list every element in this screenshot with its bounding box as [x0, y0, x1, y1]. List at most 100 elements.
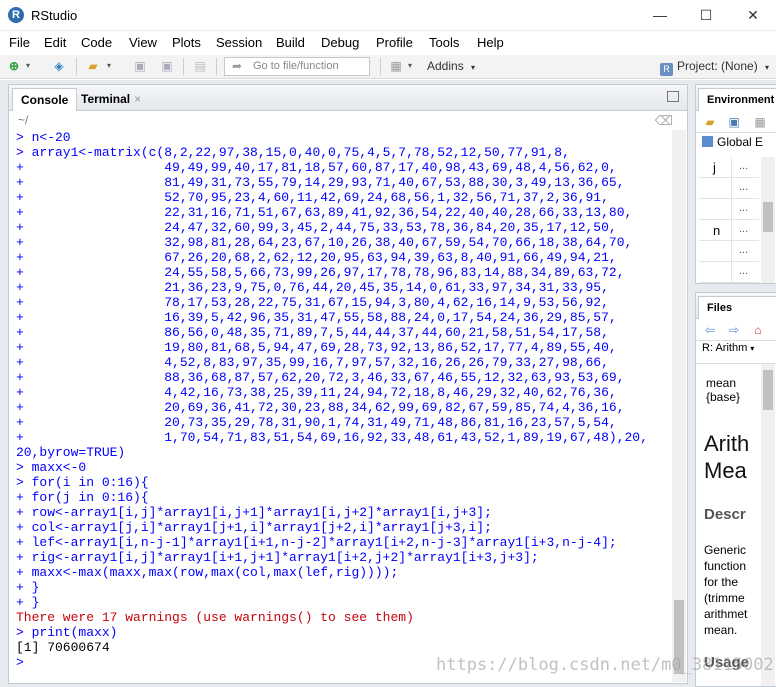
menu-code[interactable]: Code — [81, 35, 112, 50]
close-tab-icon[interactable]: × — [134, 92, 141, 106]
help-title-line1: Arith — [704, 431, 750, 456]
maximize-pane-icon[interactable] — [667, 91, 679, 102]
help-description-line: function — [704, 559, 747, 573]
menu-file[interactable]: File — [9, 35, 30, 50]
tab-terminal[interactable]: Terminal × — [73, 88, 149, 111]
tab-console-label: Console — [21, 93, 69, 107]
console-input-line: + lef<-array1[i,n-j-1]*array1[i+1,n-j-2]… — [16, 535, 617, 550]
console-input-line: + 19,80,81,68,5,94,47,69,28,73,92,13,86,… — [16, 340, 617, 355]
variable-value: ... — [739, 202, 749, 214]
console-input-line: > maxx<-0 — [16, 460, 87, 475]
open-folder-icon[interactable]: ▰ — [84, 58, 102, 74]
help-topic-selector[interactable]: R: Arithm ▾ — [702, 342, 754, 354]
help-scroll-thumb[interactable] — [763, 370, 773, 410]
console-input-line: > print(maxx) — [16, 625, 118, 640]
column-divider — [731, 157, 732, 178]
project-icon: R — [660, 63, 673, 76]
console-input-line: + 1,70,54,71,83,51,54,69,16,92,33,48,61,… — [16, 430, 648, 445]
global-env-icon — [702, 136, 713, 147]
help-document: mean {base} Arith Mea Descr Generic funct… — [696, 363, 776, 686]
help-meta: mean {base} — [706, 376, 740, 404]
main-toolbar: ⊕ ▾ ◈ ▰ ▾ ▣ ▣ ▤ ➦ Go to file/function ▦ … — [0, 55, 776, 79]
project-dropdown-icon: ▾ — [765, 63, 770, 72]
environment-scroll-thumb[interactable] — [763, 202, 773, 232]
tab-files[interactable]: Files — [698, 296, 776, 319]
working-directory[interactable]: ~/ — [9, 111, 687, 130]
print-icon[interactable]: ▤ — [191, 58, 209, 74]
console-input-line: + 24,55,58,5,66,73,99,26,97,17,78,78,96,… — [16, 265, 625, 280]
close-button[interactable]: ✕ — [730, 0, 776, 31]
home-icon[interactable]: ⌂ — [750, 323, 766, 337]
console-scrollbar[interactable] — [672, 130, 686, 682]
forward-arrow-icon[interactable]: ⇨ — [726, 323, 742, 337]
menu-session[interactable]: Session — [216, 35, 262, 50]
console-output[interactable]: > n<-20 > array1<-matrix(c(8,2,22,97,38,1… — [16, 130, 666, 680]
variable-value: ... — [739, 265, 749, 277]
variable-value: ... — [739, 244, 749, 256]
environment-scrollbar[interactable] — [761, 157, 775, 283]
console-input-line: + 67,26,20,68,2,62,12,20,95,63,94,39,63,… — [16, 250, 617, 265]
help-description-line: for the — [704, 575, 739, 589]
layout-dropdown-icon[interactable]: ▾ — [405, 58, 415, 74]
variable-row[interactable]: ... — [699, 199, 759, 220]
new-file-dropdown-icon[interactable]: ▾ — [23, 58, 33, 74]
console-input-line: + 24,47,32,60,99,3,45,2,44,75,33,53,78,3… — [16, 220, 617, 235]
goto-file-function-input[interactable]: ➦ Go to file/function — [224, 57, 370, 76]
help-title-line2: Mea — [704, 458, 747, 483]
new-file-icon[interactable]: ⊕ — [5, 58, 23, 74]
grid-layout-icon[interactable]: ▦ — [387, 58, 405, 74]
new-project-icon[interactable]: ◈ — [50, 58, 68, 74]
variable-value: ... — [739, 160, 749, 172]
help-scrollbar[interactable] — [761, 364, 775, 686]
load-workspace-icon[interactable]: ▰ — [702, 115, 718, 129]
menu-profile[interactable]: Profile — [376, 35, 413, 50]
environment-scope-selector[interactable]: Global E — [702, 135, 763, 149]
console-input-line: 20,byrow=TRUE) — [16, 445, 126, 460]
goto-arrow-icon: ➦ — [232, 59, 243, 73]
console-input-line: + 52,70,95,23,4,60,11,42,69,24,68,56,1,3… — [16, 190, 609, 205]
addins-menu[interactable]: Addins ▾ — [427, 59, 475, 73]
variable-value: ... — [739, 181, 749, 193]
tab-environment[interactable]: Environment — [698, 88, 776, 111]
console-input-line: + 4,52,8,83,97,35,99,16,7,97,57,32,16,26… — [16, 355, 609, 370]
project-menu[interactable]: R Project: (None) ▾ — [660, 59, 769, 76]
menu-build[interactable]: Build — [276, 35, 305, 50]
console-input-line: + } — [16, 595, 40, 610]
maximize-button[interactable]: ☐ — [683, 0, 729, 31]
help-title: Arith Mea — [704, 430, 749, 484]
column-divider — [731, 220, 732, 241]
variable-name: n — [713, 223, 721, 238]
console-input-line: + 16,39,5,42,96,35,31,47,55,58,88,24,0,1… — [16, 310, 617, 325]
grid-view-icon[interactable]: ▦ — [752, 115, 768, 129]
variable-row[interactable]: j... — [699, 157, 759, 178]
console-input-line: + col<-array1[j,i]*array1[j+1,i]*array1[… — [16, 520, 492, 535]
minimize-button[interactable]: — — [637, 0, 683, 31]
variable-row[interactable]: ... — [699, 241, 759, 262]
menu-debug[interactable]: Debug — [321, 35, 359, 50]
console-input-line: + 21,36,23,9,75,0,76,44,20,45,35,14,0,61… — [16, 280, 609, 295]
clear-console-icon[interactable]: ⌫ — [655, 113, 673, 129]
console-pane: Console Terminal × ~/ ⌫ > n<-20 > array1<-… — [8, 84, 688, 684]
back-arrow-icon[interactable]: ⇦ — [702, 323, 718, 337]
menu-view[interactable]: View — [129, 35, 157, 50]
environment-toolbar: ▰ ▣ ▦ — [696, 111, 776, 133]
menu-help[interactable]: Help — [477, 35, 504, 50]
save-icon[interactable]: ▣ — [131, 58, 149, 74]
variable-row[interactable]: n... — [699, 220, 759, 241]
menu-edit[interactable]: Edit — [44, 35, 66, 50]
console-input-line: + 86,56,0,48,35,71,89,7,5,44,44,37,44,60… — [16, 325, 609, 340]
tab-console[interactable]: Console — [12, 88, 78, 111]
save-all-icon[interactable]: ▣ — [158, 58, 176, 74]
open-dropdown-icon[interactable]: ▾ — [104, 58, 114, 74]
save-workspace-icon[interactable]: ▣ — [726, 115, 742, 129]
variable-value: ... — [739, 223, 749, 235]
menu-tools[interactable]: Tools — [429, 35, 459, 50]
variable-row[interactable]: ... — [699, 178, 759, 199]
toolbar-separator — [216, 58, 217, 75]
tab-terminal-label: Terminal — [81, 92, 131, 106]
variable-row[interactable]: ... — [699, 262, 759, 283]
console-input-line: + 22,31,16,71,51,67,63,89,41,92,36,54,22… — [16, 205, 633, 220]
variable-name: j — [713, 160, 716, 175]
console-input-line: + 88,36,68,87,57,62,20,72,3,46,33,67,46,… — [16, 370, 625, 385]
menu-plots[interactable]: Plots — [172, 35, 201, 50]
